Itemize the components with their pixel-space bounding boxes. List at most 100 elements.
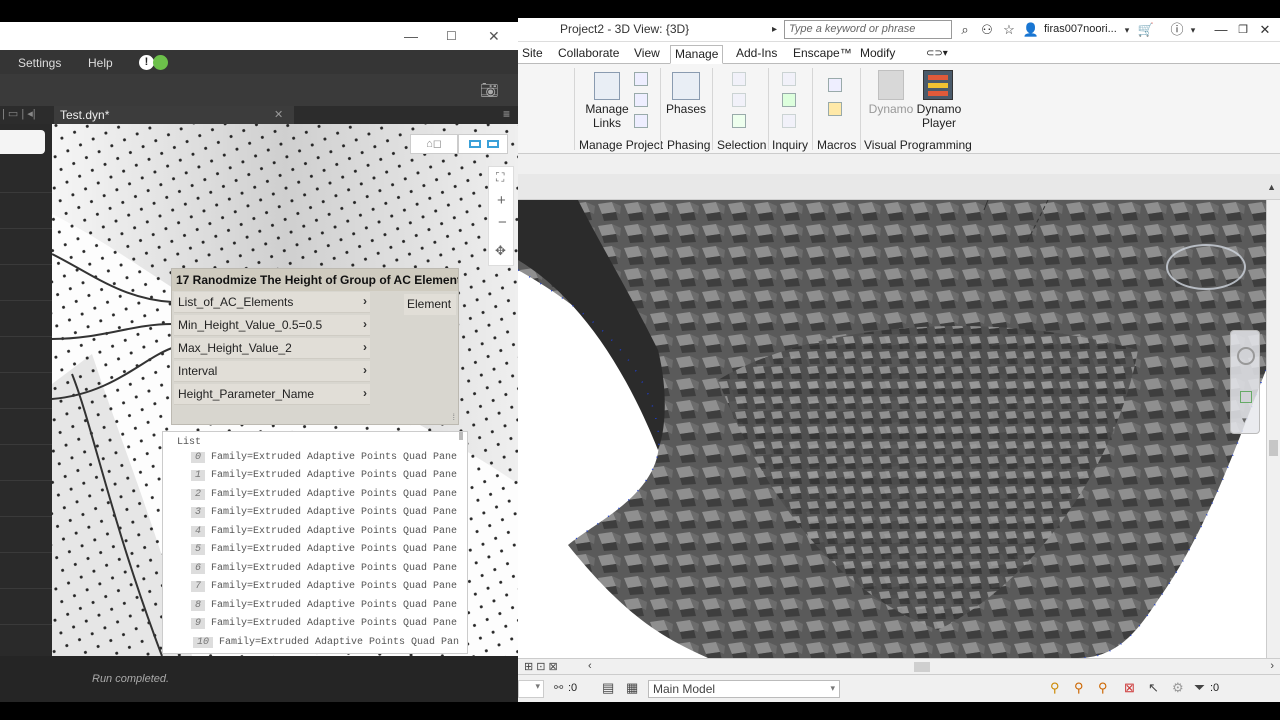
zoom-region-icon[interactable] bbox=[1240, 391, 1252, 403]
editing-requests-icon[interactable]: ▦ bbox=[626, 680, 638, 696]
expand-arrow-icon[interactable]: ▸ bbox=[772, 21, 777, 39]
list-item: 1 Family=Extruded Adaptive Points Quad Pa… bbox=[191, 470, 457, 486]
dynamo-button[interactable]: Dynamo bbox=[866, 102, 916, 116]
design-options-icon[interactable]: ▤ bbox=[602, 680, 614, 696]
preview-list-header: List bbox=[177, 437, 202, 448]
contextual-dropdown-icon[interactable]: ⊂⊃▾ bbox=[922, 45, 952, 64]
restore-icon[interactable]: ❐ bbox=[1234, 21, 1252, 39]
input-port-max-height[interactable]: Max_Height_Value_2 › bbox=[174, 338, 370, 359]
select-by-id-icon[interactable] bbox=[782, 93, 796, 107]
maximize-icon[interactable]: ☐ bbox=[446, 29, 457, 43]
menu-settings[interactable]: Settings bbox=[18, 56, 61, 70]
dynamo-icon[interactable] bbox=[878, 70, 904, 100]
macro-security-icon[interactable] bbox=[828, 102, 842, 116]
node-resize-handle[interactable]: ⁞ bbox=[452, 412, 455, 422]
binoculars-icon[interactable]: ⌕ bbox=[956, 21, 974, 39]
minimize-icon[interactable]: — bbox=[1212, 21, 1230, 39]
library-search-input[interactable] bbox=[0, 130, 45, 154]
input-port-min-height[interactable]: Min_Height_Value_0.5=0.5 › bbox=[174, 315, 370, 336]
tab-collaborate[interactable]: Collaborate bbox=[554, 45, 623, 64]
output-port-element[interactable]: Element bbox=[404, 294, 456, 315]
zoom-fit-icon[interactable]: ⛶ bbox=[496, 170, 504, 185]
tab-close-icon[interactable]: ✕ bbox=[274, 108, 283, 121]
nav-dropdown-icon[interactable]: ▾ bbox=[1242, 415, 1247, 426]
scroll-left-icon[interactable]: ‹ bbox=[588, 660, 592, 672]
pan-icon[interactable]: ✥ bbox=[495, 243, 506, 259]
dynamo-status-bar: Run completed. bbox=[0, 656, 518, 702]
tab-view[interactable]: View bbox=[630, 45, 664, 64]
load-selection-icon[interactable] bbox=[732, 93, 746, 107]
list-item: 3 Family=Extruded Adaptive Points Quad Pa… bbox=[191, 507, 457, 523]
ids-of-selection-icon[interactable] bbox=[782, 72, 796, 86]
tab-site[interactable]: Site bbox=[518, 45, 547, 64]
favorites-star-icon[interactable]: ☆ bbox=[1000, 21, 1018, 39]
save-selection-icon[interactable] bbox=[732, 72, 746, 86]
camera-icon[interactable]: 📷︎ bbox=[480, 81, 499, 99]
input-port-list-of-ac-elements[interactable]: List_of_AC_Elements › bbox=[174, 292, 370, 313]
worksets-icon[interactable]: ⚯ bbox=[554, 681, 563, 694]
library-divider bbox=[0, 444, 52, 445]
horizontal-scroll-thumb[interactable] bbox=[914, 662, 930, 672]
help-icon[interactable]: ⓘ bbox=[1166, 21, 1188, 39]
tab-modify[interactable]: Modify bbox=[856, 45, 899, 64]
input-port-height-parameter-name[interactable]: Height_Parameter_Name › bbox=[174, 384, 370, 405]
workset-dropdown[interactable]: ▾ bbox=[518, 680, 544, 698]
geometry-view-toggle-icon[interactable]: ⌂◻ bbox=[410, 134, 458, 154]
communication-icon[interactable]: ⚇ bbox=[978, 21, 996, 39]
input-port-interval[interactable]: Interval › bbox=[174, 361, 370, 382]
minimize-icon[interactable]: — bbox=[404, 28, 418, 44]
graph-view-toggle-icon[interactable] bbox=[458, 134, 508, 154]
library-toggle-icon[interactable]: | ▭ | ◂| bbox=[2, 107, 36, 120]
custom-node[interactable]: 17 Ranodmize The Height of Group of AC E… bbox=[171, 268, 459, 425]
scroll-up-icon[interactable]: ▲ bbox=[1267, 182, 1276, 192]
steering-wheel-icon[interactable] bbox=[1237, 347, 1255, 365]
macro-manager-icon[interactable] bbox=[828, 78, 842, 92]
dynamo-player-icon[interactable] bbox=[923, 70, 953, 100]
scroll-right-icon[interactable]: › bbox=[1270, 660, 1274, 672]
view-cube-icon[interactable] bbox=[1166, 244, 1246, 290]
design-option-dropdown[interactable]: Main Model ▾ bbox=[648, 680, 840, 698]
select-links-icon[interactable]: ⚲ bbox=[1050, 680, 1060, 696]
vertical-scrollbar[interactable] bbox=[1266, 200, 1280, 658]
manage-links-icon[interactable] bbox=[594, 72, 620, 100]
tab-test-dyn[interactable]: Test.dyn* ✕ bbox=[54, 106, 294, 124]
menu-help[interactable]: Help bbox=[88, 56, 113, 70]
tab-enscape[interactable]: Enscape™ bbox=[789, 45, 856, 64]
filter-icon[interactable]: ⏷ bbox=[1194, 679, 1205, 696]
phases-button[interactable]: Phases bbox=[664, 102, 708, 116]
select-by-face-icon[interactable]: ⊠ bbox=[1124, 680, 1135, 696]
starting-view-icon[interactable] bbox=[634, 93, 648, 107]
drag-elements-icon[interactable]: ↖ bbox=[1148, 680, 1159, 696]
decal-icon[interactable] bbox=[634, 114, 648, 128]
close-icon[interactable]: ✕ bbox=[1256, 21, 1274, 39]
import-icon[interactable] bbox=[634, 72, 648, 86]
tab-menu-icon[interactable]: ≡ bbox=[503, 107, 510, 121]
help-dropdown-icon[interactable]: ▾ bbox=[1188, 21, 1198, 39]
search-input[interactable]: Type a keyword or phrase bbox=[784, 20, 952, 39]
view-control-icons[interactable]: ⊞ ⊡ ⊠ bbox=[524, 660, 558, 673]
panel-manage-project: Manage Project bbox=[579, 138, 664, 152]
warnings-icon[interactable] bbox=[782, 114, 796, 128]
user-name[interactable]: firas007noori... bbox=[1044, 23, 1117, 35]
zoom-out-icon[interactable]: − bbox=[498, 214, 507, 231]
node-preview-bubble[interactable]: List 0 Family=Extruded Adaptive Points Qu… bbox=[162, 431, 468, 654]
cart-icon[interactable]: 🛒 bbox=[1136, 21, 1156, 39]
notification-icon[interactable]: ! bbox=[139, 55, 154, 70]
3d-viewport[interactable]: ▾ bbox=[518, 200, 1266, 658]
tab-add-ins[interactable]: Add-Ins bbox=[732, 45, 781, 64]
background-processes-icon[interactable]: ⚙ bbox=[1172, 680, 1184, 696]
manage-links-button[interactable]: Manage Links bbox=[582, 102, 632, 130]
preview-scrollbar[interactable] bbox=[459, 432, 463, 440]
select-pinned-icon[interactable]: ⚲ bbox=[1098, 680, 1108, 696]
dynamo-player-button[interactable]: Dynamo Player bbox=[914, 102, 964, 130]
phases-icon[interactable] bbox=[672, 72, 700, 100]
select-underlay-icon[interactable]: ⚲ bbox=[1074, 680, 1084, 696]
user-icon[interactable]: 👤 bbox=[1022, 21, 1040, 39]
navigation-bar[interactable]: ▾ bbox=[1230, 330, 1260, 434]
zoom-in-icon[interactable]: + bbox=[497, 192, 506, 209]
user-dropdown-icon[interactable]: ▾ bbox=[1122, 21, 1132, 39]
tab-manage[interactable]: Manage bbox=[670, 45, 724, 64]
node-title[interactable]: 17 Ranodmize The Height of Group of AC E… bbox=[172, 269, 458, 291]
edit-selection-icon[interactable] bbox=[732, 114, 746, 128]
close-icon[interactable]: ✕ bbox=[488, 28, 500, 45]
